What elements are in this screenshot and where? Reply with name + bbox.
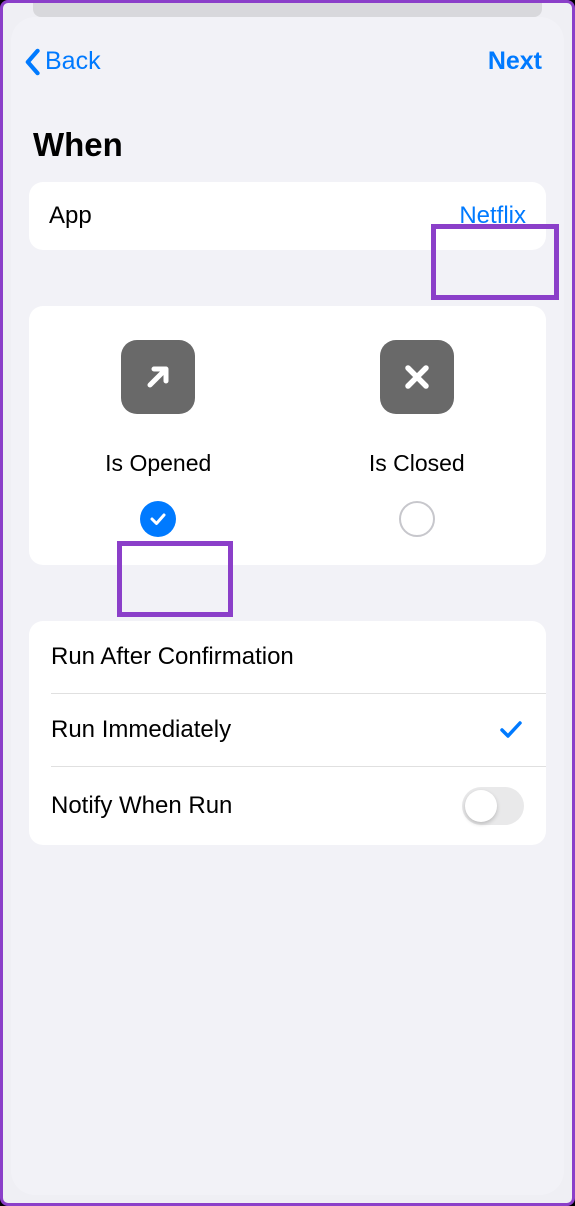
app-row-label: App: [49, 202, 92, 230]
checkmark-icon: [498, 717, 524, 743]
option-closed-label: Is Closed: [369, 450, 465, 477]
option-opened-label: Is Opened: [105, 450, 211, 477]
radio-is-closed[interactable]: [399, 501, 435, 537]
app-row-value[interactable]: Netflix: [459, 202, 526, 230]
run-settings-card: Run After Confirmation Run Immediately N…: [29, 621, 546, 845]
notify-toggle[interactable]: [462, 787, 524, 825]
option-is-closed[interactable]: Is Closed: [288, 340, 547, 537]
app-row[interactable]: App Netflix: [29, 182, 546, 250]
chevron-left-icon: [23, 48, 41, 76]
run-after-confirmation-label: Run After Confirmation: [51, 643, 294, 671]
toggle-knob: [465, 790, 497, 822]
navigation-bar: Back Next: [11, 17, 564, 96]
run-immediately-row[interactable]: Run Immediately: [29, 694, 546, 766]
trigger-options-card: Is Opened Is Closed: [29, 306, 546, 565]
radio-is-opened[interactable]: [140, 501, 176, 537]
run-immediately-label: Run Immediately: [51, 716, 231, 744]
arrow-open-icon: [121, 340, 195, 414]
next-button[interactable]: Next: [488, 47, 542, 76]
page-title: When: [11, 96, 564, 182]
checkmark-icon: [148, 509, 168, 529]
option-is-opened[interactable]: Is Opened: [29, 340, 288, 537]
next-label: Next: [488, 47, 542, 75]
close-x-icon: [380, 340, 454, 414]
run-after-confirmation-row[interactable]: Run After Confirmation: [29, 621, 546, 693]
sheet-grabber-hint: [33, 3, 542, 17]
notify-when-run-label: Notify When Run: [51, 792, 232, 820]
back-label: Back: [45, 47, 101, 76]
back-button[interactable]: Back: [23, 47, 101, 76]
notify-when-run-row: Notify When Run: [29, 767, 546, 845]
